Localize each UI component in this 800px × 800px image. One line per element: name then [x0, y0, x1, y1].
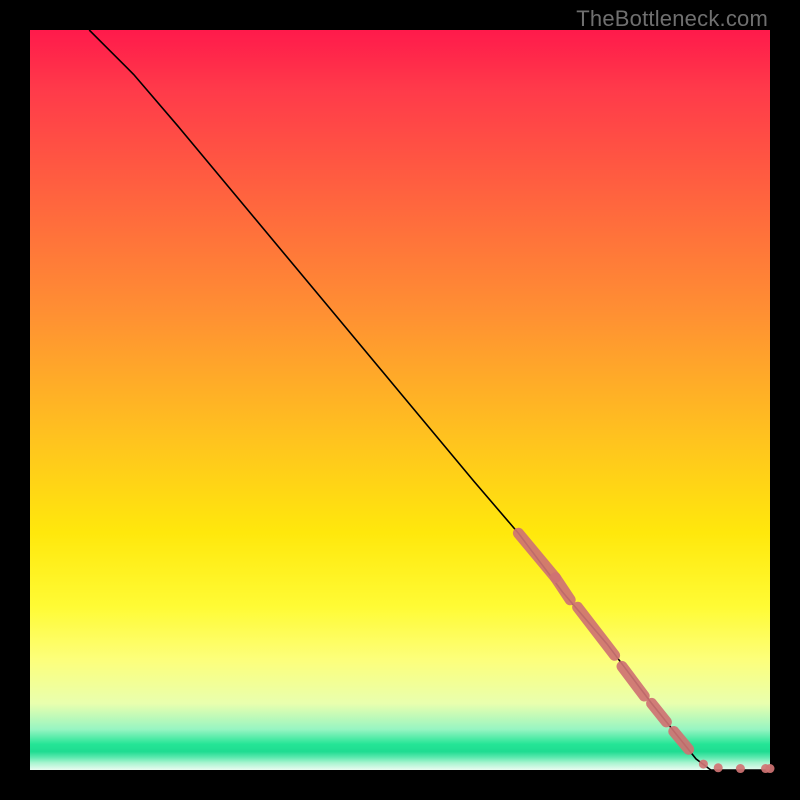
marker-dot [736, 764, 745, 773]
marker-segment [622, 666, 644, 696]
chart-frame: TheBottleneck.com [0, 0, 800, 800]
marker-segment [652, 703, 667, 722]
main-curve [89, 30, 770, 770]
marker-dot [714, 763, 723, 772]
marker-dot [699, 760, 708, 769]
marker-segment [518, 533, 555, 577]
marker-thick-segments [518, 533, 688, 749]
marker-segment [674, 732, 689, 750]
marker-segment [555, 578, 570, 600]
watermark-text: TheBottleneck.com [576, 6, 768, 32]
marker-segment [578, 607, 615, 655]
marker-dots [699, 760, 775, 773]
marker-dot [766, 764, 775, 773]
plot-area [30, 30, 770, 770]
chart-svg [30, 30, 770, 770]
